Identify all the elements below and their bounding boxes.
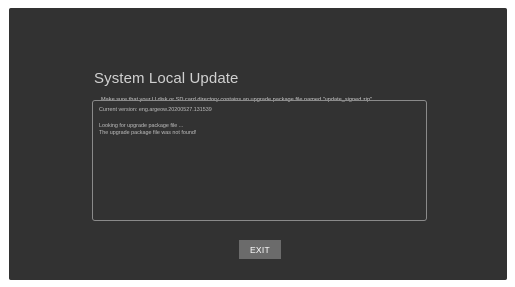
exit-button[interactable]: EXIT xyxy=(239,240,281,259)
looking-status-text: Looking for upgrade package file ... xyxy=(99,123,184,129)
log-output-box: Current version: eng.argeow.20200527.131… xyxy=(92,100,427,221)
tv-screen: System Local Update Make sure that your … xyxy=(9,8,507,280)
current-version-text: Current version: eng.argeow.20200527.131… xyxy=(99,107,212,113)
not-found-status-text: The upgrade package file was not found! xyxy=(99,130,197,136)
page-title: System Local Update xyxy=(94,70,239,87)
